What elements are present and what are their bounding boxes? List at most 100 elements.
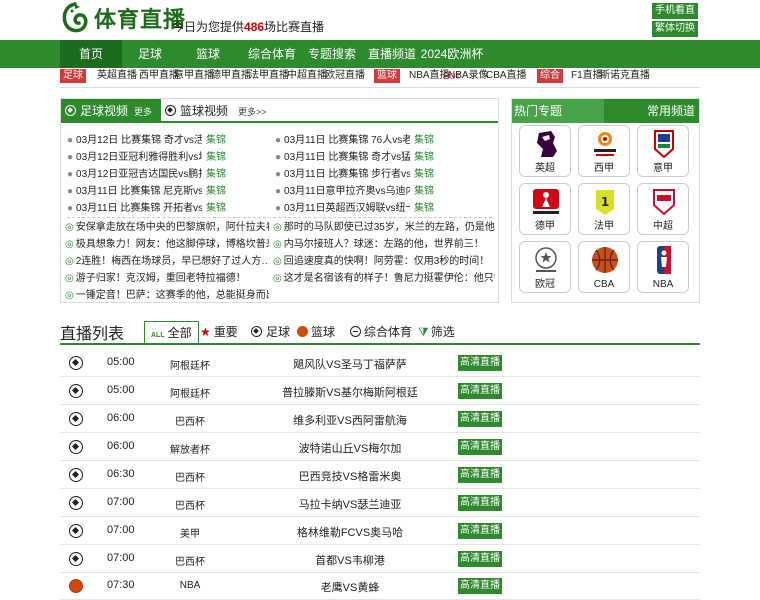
- tab-hot-topics[interactable]: 热门专题: [512, 99, 604, 123]
- site-logo[interactable]: 体育直播: [60, 2, 186, 34]
- match-league[interactable]: 巴西杯: [160, 469, 220, 484]
- video-item[interactable]: ● 03月12日 比赛集锦 奇才vs活塞集锦: [67, 132, 226, 149]
- tile-serie-a[interactable]: 意甲: [637, 125, 689, 177]
- match-teams[interactable]: 格林维勒FCVS奥马哈: [260, 524, 440, 540]
- match-teams[interactable]: 老鹰VS黄蜂: [260, 579, 440, 595]
- tab-basketball-video[interactable]: 篮球视频 更多>>: [165, 99, 267, 123]
- video-item[interactable]: ●03月11日意甲拉齐奥vs乌迪内斯集锦: [275, 183, 434, 200]
- hd-live-button[interactable]: 高清直播: [458, 578, 502, 594]
- subnav-link[interactable]: NBA直播: [409, 69, 450, 83]
- hd-live-button[interactable]: 高清直播: [458, 523, 502, 539]
- match-league[interactable]: 巴西杯: [160, 553, 220, 568]
- tab-football[interactable]: 足球: [251, 321, 290, 343]
- subnav-link[interactable]: 英超直播: [97, 69, 137, 83]
- tile-bundesliga[interactable]: 德甲: [519, 183, 571, 235]
- tile-csl[interactable]: 中超: [637, 183, 689, 235]
- subnav-general-tag[interactable]: 综合: [537, 69, 563, 83]
- video-item[interactable]: ●03月12日亚冠利雅得胜利vs塔什干集锦: [67, 149, 226, 166]
- hd-live-button[interactable]: 高清直播: [458, 495, 502, 511]
- video-item[interactable]: ●03月11日 比赛集锦 尼克斯vs国王集锦: [67, 183, 226, 200]
- nav-home[interactable]: 首页: [60, 40, 122, 68]
- subnav-basketball-tag[interactable]: 篮球: [374, 69, 400, 83]
- nav-general-sports[interactable]: 综合体育: [244, 40, 300, 68]
- tile-cba[interactable]: CBA: [578, 241, 630, 293]
- tile-ligue-1[interactable]: 1 法甲: [578, 183, 630, 235]
- video-item[interactable]: ●03月12日亚冠吉达国民vs鹏扬金集锦: [67, 166, 226, 183]
- match-league[interactable]: 巴西杯: [160, 497, 220, 512]
- match-league[interactable]: 美甲: [160, 525, 220, 540]
- tab-important[interactable]: ★ 重要: [200, 321, 238, 343]
- video-item[interactable]: ●03月11日英超西汉姆联vs纽卡斯尔集锦: [275, 200, 434, 217]
- video-item[interactable]: ● 03月11日 比赛集锦 奇才vs猛龙集锦: [275, 149, 434, 166]
- match-teams[interactable]: 普拉滕斯VS基尔梅斯阿根廷: [260, 384, 440, 400]
- news-item[interactable]: ◎ 那时的马队即使已过35岁，米兰的左路，仍是他的…: [273, 219, 495, 236]
- video-item[interactable]: ●03月11日 比赛集锦 步行者vs公牛集锦: [275, 166, 434, 183]
- video-item[interactable]: ● 03月11日 比赛集锦 76人vs老鹰集锦: [275, 132, 434, 149]
- match-teams[interactable]: 维多利亚VS西阿雷航海: [260, 412, 440, 428]
- subnav-link[interactable]: 西甲直播: [139, 69, 179, 83]
- match-teams[interactable]: 巴西竞技VS格雷米奥: [260, 468, 440, 484]
- subnav-link[interactable]: 法甲直播: [249, 69, 289, 83]
- csl-shield-icon: [653, 189, 675, 216]
- match-league[interactable]: 阿根廷杯: [160, 357, 220, 372]
- subnav-link[interactable]: 斯诺克直播: [600, 69, 650, 83]
- match-league[interactable]: NBA: [160, 580, 220, 591]
- tab-common-channels[interactable]: 常用频道: [647, 99, 695, 123]
- tab-football-video[interactable]: 足球视频 更多>>: [61, 99, 161, 142]
- match-teams[interactable]: 马拉卡纳VS瑟兰迪亚: [260, 496, 440, 512]
- tile-la-liga[interactable]: 西甲: [578, 125, 630, 177]
- match-league[interactable]: 阿根廷杯: [160, 385, 220, 400]
- match-league[interactable]: 巴西杯: [160, 413, 220, 428]
- nav-football[interactable]: 足球: [128, 40, 172, 68]
- nav-live-channels[interactable]: 直播频道: [364, 40, 420, 68]
- tile-label: 西甲: [594, 163, 614, 174]
- video-tag: 集锦: [206, 203, 227, 214]
- bundesliga-icon: [533, 189, 559, 214]
- hd-live-button[interactable]: 高清直播: [458, 467, 502, 483]
- match-teams[interactable]: 波特诺山丘VS梅尔加: [260, 440, 440, 456]
- tile-nba[interactable]: NBA: [637, 241, 689, 293]
- subnav-football-tag[interactable]: 足球: [60, 69, 86, 83]
- subnav-link[interactable]: CBA直播: [486, 69, 527, 83]
- match-teams[interactable]: 首都VS韦柳港: [260, 552, 440, 568]
- news-item[interactable]: ◎ 2连胜！梅西在场球员，早已想好了过人方…: [65, 253, 269, 270]
- tab-all[interactable]: ALL 全部: [144, 321, 199, 345]
- hd-live-button[interactable]: 高清直播: [458, 551, 502, 567]
- hd-live-button[interactable]: 高清直播: [458, 411, 502, 427]
- subnav-link[interactable]: F1直播: [571, 69, 603, 83]
- subnav-link[interactable]: 德甲直播: [211, 69, 251, 83]
- news-item[interactable]: ◎安保拿走放在场中央的巴黎旗帜，阿什拉夫看到…: [65, 219, 269, 236]
- news-item[interactable]: ◎ 游子归家！克汉姆，重回老特拉福德！: [65, 270, 269, 287]
- news-item[interactable]: ◎ 回追速度真的快啊！阿劳霍：仅用3秒的时间！: [273, 253, 495, 270]
- news-item[interactable]: ◎ 内马尔接班人？球迷：左路的他，世界前三！: [273, 236, 495, 253]
- hd-live-button[interactable]: 高清直播: [458, 439, 502, 455]
- tab-general-sports[interactable]: 综合体育: [350, 321, 412, 343]
- news-item[interactable]: ◎ 这才是名宿该有的样子！鲁尼力挺霍伊伦：他只需…: [273, 270, 495, 287]
- nav-topic-search[interactable]: 专题搜索: [304, 40, 360, 68]
- hd-live-button[interactable]: 高清直播: [458, 355, 502, 371]
- tile-label: 欧冠: [535, 279, 555, 290]
- ligue-1-icon: 1: [596, 190, 614, 215]
- video-tag: 集锦: [414, 203, 435, 214]
- tab-filter[interactable]: ⧩ 筛选: [418, 321, 455, 343]
- video-title: 03月12日亚冠吉达国民vs鹏扬金: [76, 169, 202, 180]
- nav-basketball[interactable]: 篮球: [186, 40, 230, 68]
- subnav-link[interactable]: NBA录像: [448, 69, 489, 83]
- traditional-chinese-button[interactable]: 繁体切换: [652, 21, 698, 37]
- mobile-live-button[interactable]: 手机看直播: [652, 3, 698, 32]
- subnav-link[interactable]: 中超直播: [287, 69, 327, 83]
- tile-champions-league[interactable]: 欧冠: [519, 241, 571, 293]
- video-item[interactable]: ●03月11日 比赛集锦 开拓者vs勇士集锦: [67, 200, 226, 217]
- tile-premier-league[interactable]: 英超: [519, 125, 571, 177]
- hd-live-button[interactable]: 高清直播: [458, 383, 502, 399]
- news-item[interactable]: ◎ 一锤定音！巴萨：这赛季的他，总能挺身而出！: [65, 287, 269, 304]
- tab-basketball[interactable]: 篮球: [297, 321, 335, 343]
- match-teams[interactable]: 飓风队VS圣马丁福萨萨: [260, 356, 440, 372]
- more-link[interactable]: 更多>>: [238, 107, 267, 117]
- match-row: 05:00 阿根廷杯 飓风队VS圣马丁福萨萨 高清直播: [60, 349, 700, 377]
- news-item[interactable]: ◎极具想象力！网友：他这脚停球，博格坎普来了都…: [65, 236, 269, 253]
- nav-euro-2024[interactable]: 2024欧洲杯HOT: [420, 40, 484, 81]
- subnav-link[interactable]: 欧冠直播: [325, 69, 365, 83]
- match-league[interactable]: 解放者杯: [160, 441, 220, 456]
- subnav-link[interactable]: 意甲直播: [174, 69, 214, 83]
